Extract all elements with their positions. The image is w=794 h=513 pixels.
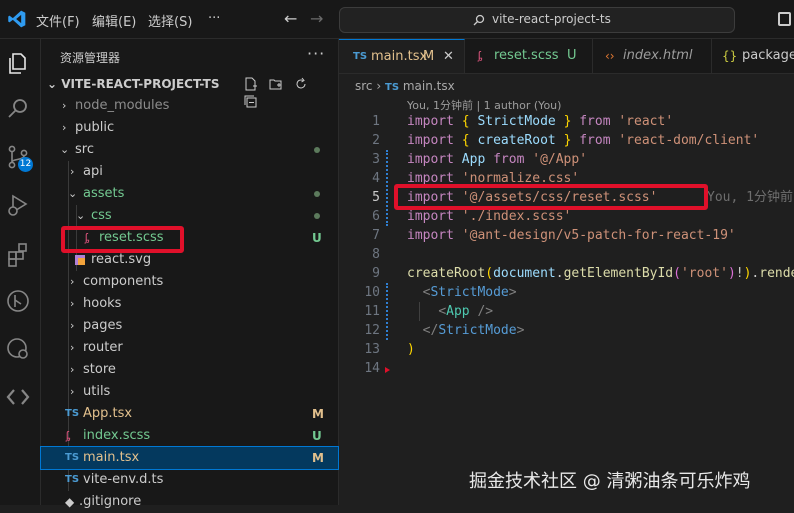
- title-bar: 文件(F) 编辑(E) 选择(S) ··· ← → vite-react-pro…: [0, 0, 794, 39]
- breadcrumb-separator: ›: [376, 79, 382, 93]
- breadcrumb-file[interactable]: main.tsx: [403, 79, 455, 93]
- tree-item-index-scss[interactable]: ᶋ index.scss U: [41, 425, 338, 447]
- code-line: 13): [364, 342, 415, 357]
- close-tab-icon[interactable]: ✕: [443, 40, 454, 74]
- tree-item-pages[interactable]: › pages: [41, 315, 338, 337]
- code-line: 12 </StrictMode>: [364, 323, 525, 338]
- inline-blame: You, 1分钟前: [707, 190, 793, 205]
- project-folder-header[interactable]: ⌄ VITE-REACT-PROJECT-TS: [47, 77, 219, 91]
- breadcrumb: src › TS main.tsx: [355, 79, 455, 93]
- tree-item-store[interactable]: › store: [41, 359, 338, 381]
- toggle-layout-icon[interactable]: [778, 12, 791, 26]
- typescript-file-icon: TS: [353, 51, 368, 62]
- back-arrow-icon[interactable]: ←: [284, 9, 297, 28]
- search-text: vite-react-project-ts: [492, 12, 611, 26]
- tab-reset-scss[interactable]: ᶋ reset.scss U: [466, 39, 593, 73]
- forward-arrow-icon[interactable]: →: [310, 9, 323, 28]
- explorer-files-icon[interactable]: [4, 49, 32, 77]
- code-line: 10 <StrictMode>: [364, 285, 517, 300]
- scm-count-badge: 12: [18, 157, 33, 172]
- code-line: 1 import { StrictMode } from 'react': [372, 114, 674, 129]
- run-debug-icon[interactable]: [4, 191, 32, 219]
- tree-item-hooks[interactable]: › hooks: [41, 293, 338, 315]
- tree-item-vite-env[interactable]: TS vite-env.d.ts: [41, 469, 338, 491]
- code-line: 7 import '@ant-design/v5-patch-for-react-…: [372, 228, 736, 243]
- remote-explorer-icon[interactable]: [4, 335, 32, 363]
- menu-more[interactable]: ···: [208, 11, 220, 26]
- tab-index-html[interactable]: ‹› index.html: [593, 39, 712, 73]
- explorer-more-button[interactable]: ···: [307, 44, 325, 63]
- project-name: VITE-REACT-PROJECT-TS: [61, 77, 220, 91]
- typescript-file-icon: TS: [65, 408, 80, 419]
- typescript-file-icon: TS: [65, 452, 80, 463]
- code-line: 8: [372, 247, 380, 262]
- tree-item-css[interactable]: ⌄ css: [41, 205, 338, 227]
- menu-file[interactable]: 文件(F): [36, 11, 80, 30]
- tab-main-tsx[interactable]: TS main.tsx M ✕: [339, 39, 465, 73]
- tree-item-app-tsx[interactable]: TS App.tsx M: [41, 403, 338, 425]
- new-file-icon[interactable]: [244, 77, 258, 91]
- editor-area: TS main.tsx M ✕ ᶋ reset.scss U ‹› index.…: [339, 39, 794, 505]
- highlight-box-import-line: [394, 184, 708, 210]
- menu-selection[interactable]: 选择(S): [148, 11, 192, 30]
- tree-item-src[interactable]: ⌄ src: [41, 139, 338, 161]
- tab-package-json[interactable]: {} package.: [712, 39, 794, 73]
- code-line: 11 <App />: [364, 304, 494, 319]
- activity-bar: 12: [0, 39, 41, 505]
- tree-item-utils[interactable]: › utils: [41, 381, 338, 403]
- command-center-search[interactable]: vite-react-project-ts: [339, 7, 735, 33]
- code-line: 14: [364, 361, 380, 376]
- tree-item-api[interactable]: › api: [41, 161, 338, 183]
- watermark: 掘金技术社区 @ 清粥油条可乐炸鸡: [469, 471, 751, 492]
- search-icon: [473, 14, 485, 26]
- new-folder-icon[interactable]: [269, 77, 283, 91]
- gutter-deleted-indicator: [385, 367, 390, 373]
- indent-guide: [419, 302, 420, 321]
- scss-file-icon: ᶋ: [478, 49, 483, 62]
- blame-codelens[interactable]: You, 1分钟前 | 1 author (You): [407, 97, 561, 113]
- gutter-added-indicator: [386, 283, 391, 340]
- html-file-icon: ‹›: [605, 49, 615, 63]
- tree-item-assets[interactable]: ⌄ assets: [41, 183, 338, 205]
- refresh-icon[interactable]: [294, 77, 308, 91]
- tree-item-router[interactable]: › router: [41, 337, 338, 359]
- explorer-title: 资源管理器: [60, 51, 121, 65]
- explorer-sidebar: 资源管理器 ··· ⌄ VITE-REACT-PROJECT-TS › node_…: [40, 39, 339, 509]
- tree-item-components[interactable]: › components: [41, 271, 338, 293]
- tree-item-main-tsx[interactable]: TS main.tsx M: [40, 446, 339, 470]
- breadcrumb-folder[interactable]: src: [355, 79, 373, 93]
- tree-item-gitignore[interactable]: ◆ .gitignore: [41, 491, 338, 513]
- json-file-icon: {}: [722, 49, 738, 63]
- typescript-file-icon: TS: [385, 82, 400, 93]
- vscode-logo-icon: [8, 10, 26, 28]
- code-line: 2 import { createRoot } from 'react-dom/c…: [372, 133, 760, 148]
- code-brackets-icon[interactable]: [4, 383, 32, 411]
- highlight-box-reset-scss: [61, 226, 184, 253]
- search-sidebar-icon[interactable]: [4, 95, 32, 123]
- typescript-file-icon: TS: [65, 474, 80, 485]
- tree-item-node-modules[interactable]: › node_modules: [41, 95, 338, 117]
- tab-bar: TS main.tsx M ✕ ᶋ reset.scss U ‹› index.…: [339, 39, 794, 74]
- gutter-added-indicator: [386, 150, 391, 226]
- scss-file-icon: ᶋ: [66, 429, 71, 442]
- menu-edit[interactable]: 编辑(E): [92, 11, 136, 30]
- gitignore-file-icon: ◆: [65, 495, 75, 509]
- git-graph-icon[interactable]: [4, 287, 32, 315]
- tree-item-public[interactable]: › public: [41, 117, 338, 139]
- extensions-icon[interactable]: [4, 241, 32, 269]
- code-line: 9 createRoot(document.getElementById('roo…: [372, 266, 794, 281]
- svg-file-icon: [75, 255, 85, 265]
- code-line: 3 import App from '@/App': [372, 152, 588, 167]
